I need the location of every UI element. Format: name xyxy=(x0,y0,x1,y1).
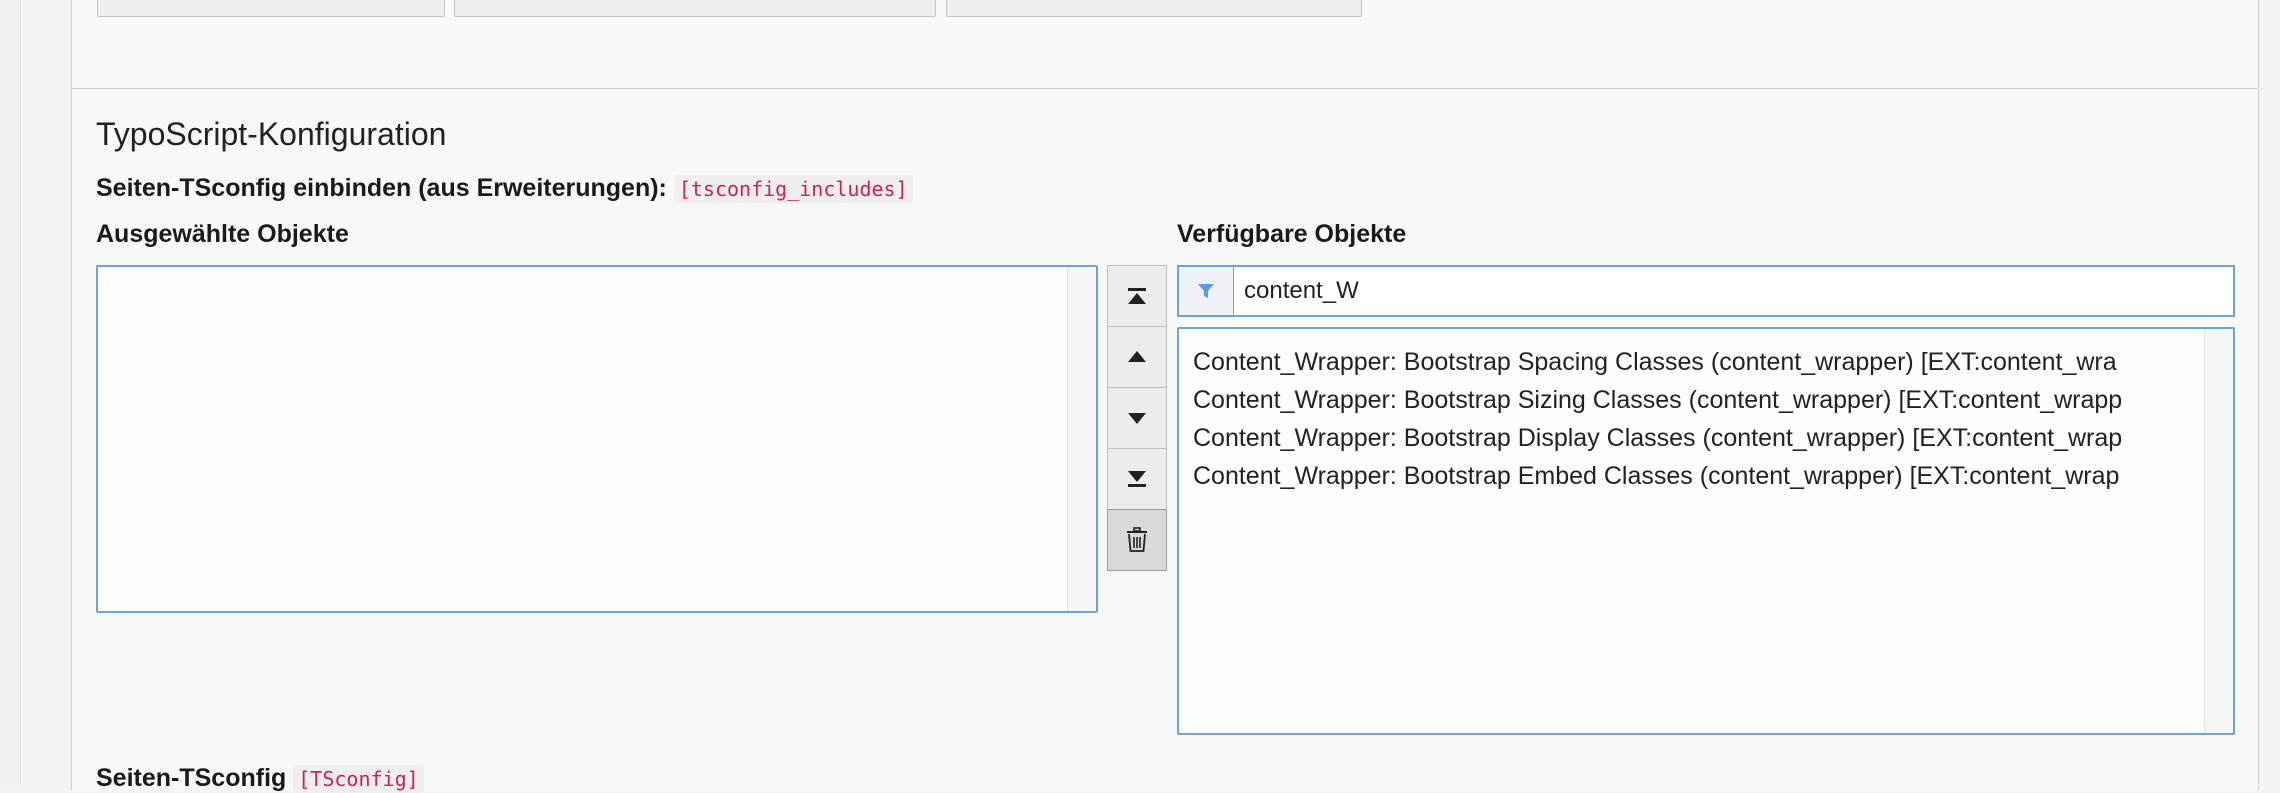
top-button-2[interactable] xyxy=(454,0,936,17)
move-down-button[interactable] xyxy=(1107,387,1167,448)
move-up-icon xyxy=(1128,351,1146,362)
next-field-key: [TSconfig] xyxy=(293,765,424,793)
top-button-1[interactable] xyxy=(97,0,445,17)
available-item[interactable]: Content_Wrapper: Bootstrap Sizing Classe… xyxy=(1193,381,2193,419)
section-title: TypoScript-Konfiguration xyxy=(96,116,447,152)
next-field-label: Seiten-TSconfig [TSconfig] xyxy=(96,764,424,793)
available-objects-label: Verfügbare Objekte xyxy=(1177,220,1407,248)
field-key: [tsconfig_includes] xyxy=(673,175,913,203)
filter-field[interactable] xyxy=(1177,265,2235,317)
next-field-label-text: Seiten-TSconfig xyxy=(96,764,287,792)
move-up-button[interactable] xyxy=(1107,326,1167,387)
move-to-bottom-icon xyxy=(1128,471,1146,487)
available-item[interactable]: Content_Wrapper: Bootstrap Spacing Class… xyxy=(1193,343,2193,381)
field-label: Seiten-TSconfig einbinden (aus Erweiteru… xyxy=(96,174,913,203)
filter-input[interactable] xyxy=(1234,267,2233,315)
delete-button[interactable] xyxy=(1107,509,1167,571)
left-rail xyxy=(0,0,21,784)
move-to-bottom-button[interactable] xyxy=(1107,448,1167,509)
filter-icon xyxy=(1198,284,1214,298)
selected-objects-label: Ausgewählte Objekte xyxy=(96,220,349,248)
available-item[interactable]: Content_Wrapper: Bootstrap Display Class… xyxy=(1193,419,2193,457)
available-list-scrollbar[interactable] xyxy=(2204,329,2233,733)
selected-list-scrollbar[interactable] xyxy=(1067,267,1096,611)
selection-controls xyxy=(1107,265,1167,571)
trash-icon xyxy=(1127,527,1147,552)
top-button-3[interactable] xyxy=(946,0,1362,17)
field-label-text: Seiten-TSconfig einbinden (aus Erweiteru… xyxy=(96,174,667,202)
section-divider xyxy=(71,88,2257,89)
available-item[interactable]: Content_Wrapper: Bootstrap Embed Classes… xyxy=(1193,457,2193,495)
available-items: Content_Wrapper: Bootstrap Spacing Class… xyxy=(1193,343,2193,495)
move-down-icon xyxy=(1128,413,1146,424)
available-objects-list[interactable]: Content_Wrapper: Bootstrap Spacing Class… xyxy=(1177,327,2235,735)
move-to-top-button[interactable] xyxy=(1107,265,1167,326)
selected-objects-list[interactable] xyxy=(96,265,1098,613)
move-to-top-icon xyxy=(1128,288,1146,304)
filter-addon xyxy=(1179,267,1234,315)
